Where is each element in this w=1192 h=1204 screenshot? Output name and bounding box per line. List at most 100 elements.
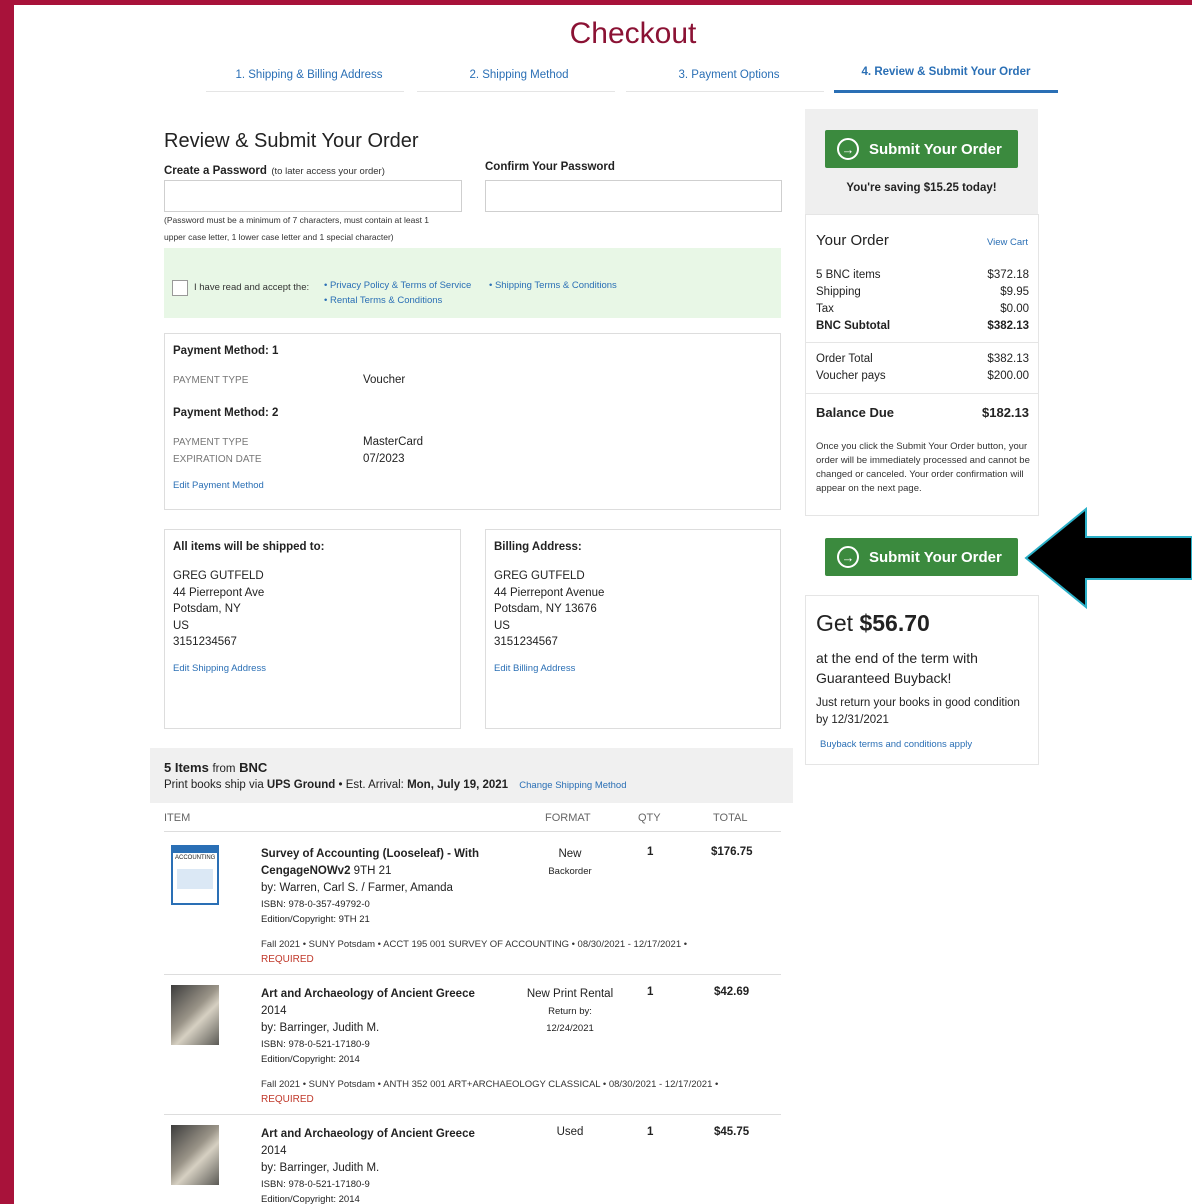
- password-input[interactable]: [164, 180, 462, 212]
- address-line: 3151234567: [173, 636, 237, 648]
- accept-terms-checkbox[interactable]: [172, 280, 188, 296]
- totals-lines: Order Total $382.13 Voucher pays $200.00: [816, 351, 1029, 385]
- password-rules: (Password must be a minimum of 7 charact…: [164, 215, 430, 225]
- buyback-line-2: Guaranteed Buyback!: [816, 670, 952, 686]
- step-divider: [417, 91, 615, 92]
- expiration-label: EXPIRATION DATE: [173, 454, 262, 465]
- payment-type-value: MasterCard: [363, 436, 424, 448]
- step-divider: [206, 91, 404, 92]
- item-copyright: Edition/Copyright: 9TH 21: [261, 914, 370, 925]
- buyback-terms-link[interactable]: Buyback terms and conditions apply: [820, 739, 972, 750]
- savings-text: You're saving $15.25 today!: [846, 182, 997, 194]
- order-lines: 5 BNC items $372.18 Shipping $9.95 Tax $0.0…: [816, 267, 1029, 335]
- format-value: New: [558, 848, 582, 860]
- item-year: 2014: [261, 1005, 287, 1017]
- item-format: New Print Rental Return by: 12/24/2021: [520, 986, 620, 1037]
- submit-top-panel: → Submit Your Order You're saving $15.25…: [805, 109, 1038, 214]
- password-hint: (to later access your order): [271, 166, 385, 177]
- course-info: Fall 2021 • SUNY Potsdam • ANTH 352 001 …: [261, 1079, 719, 1090]
- address-line: 3151234567: [494, 636, 558, 648]
- item-2-details: Art and Archaeology of Ancient Greece 20…: [261, 986, 511, 1067]
- payment-type-value: Voucher: [363, 374, 406, 386]
- required-badge: REQUIRED: [261, 1094, 314, 1105]
- submit-label: Submit Your Order: [869, 140, 1002, 158]
- page-title: Checkout: [569, 17, 697, 50]
- cover-title: ACCOUNTING: [175, 855, 216, 861]
- billing-address-lines: GREG GUTFELD 44 Pierrepont Avenue Potsda…: [494, 568, 604, 651]
- submit-label: Submit Your Order: [869, 548, 1002, 566]
- payment-method-1-title: Payment Method: 1: [173, 345, 279, 357]
- item-qty: 1: [647, 986, 654, 998]
- submit-order-button[interactable]: → Submit Your Order: [825, 538, 1018, 576]
- step-2-link[interactable]: 2. Shipping Method: [419, 69, 619, 81]
- address-line: GREG GUTFELD: [173, 570, 264, 582]
- buyback-text: at the end of the term with Guaranteed B…: [816, 648, 978, 688]
- book-cover-image[interactable]: ACCOUNTING: [171, 845, 219, 905]
- item-format: New Backorder: [525, 846, 615, 880]
- item-author: by: Warren, Carl S. / Farmer, Amanda: [261, 882, 453, 894]
- divider: [164, 1114, 781, 1115]
- item-copyright: Edition/Copyright: 2014: [261, 1054, 360, 1065]
- balance-row: Balance Due $182.13: [816, 404, 1029, 421]
- confirm-password-label: Confirm Your Password: [485, 161, 615, 173]
- shipping-address-panel: All items will be shipped to: GREG GUTFE…: [164, 529, 461, 729]
- password-rules-2: upper case letter, 1 lower case letter a…: [164, 232, 394, 242]
- items-from: from: [212, 763, 236, 775]
- edit-payment-link[interactable]: Edit Payment Method: [173, 480, 264, 491]
- item-qty: 1: [647, 846, 654, 858]
- item-title[interactable]: Art and Archaeology of Ancient Greece: [261, 1128, 475, 1140]
- item-author: by: Barringer, Judith M.: [261, 1022, 380, 1034]
- submit-order-button-top[interactable]: → Submit Your Order: [825, 130, 1018, 168]
- voucher-value: $200.00: [987, 370, 1029, 382]
- address-line: US: [494, 619, 510, 632]
- item-title[interactable]: Art and Archaeology of Ancient Greece: [261, 988, 475, 1000]
- items-vendor: BNC: [239, 760, 268, 775]
- col-total: TOTAL: [713, 812, 748, 824]
- item-3-details: Art and Archaeology of Ancient Greece 20…: [261, 1126, 511, 1204]
- item-total: $45.75: [714, 1126, 750, 1138]
- col-item: ITEM: [164, 812, 191, 824]
- line-value: $9.95: [1000, 286, 1029, 298]
- shipping-terms-link[interactable]: • Shipping Terms & Conditions: [489, 280, 617, 291]
- step-3-link[interactable]: 3. Payment Options: [629, 69, 829, 81]
- item-title[interactable]: Survey of Accounting (Looseleaf) - With: [261, 848, 479, 860]
- buyback-amount: $56.70: [859, 610, 930, 636]
- item-qty: 1: [647, 1126, 654, 1138]
- edit-shipping-link[interactable]: Edit Shipping Address: [173, 663, 266, 674]
- confirm-password-input[interactable]: [485, 180, 782, 212]
- billing-address-panel: Billing Address: GREG GUTFELD 44 Pierrep…: [485, 529, 781, 729]
- step-4-active[interactable]: 4. Review & Submit Your Order: [834, 66, 1058, 78]
- item-title-2[interactable]: CengageNOWv2: [261, 865, 350, 877]
- item-1-details: Survey of Accounting (Looseleaf) - With …: [261, 846, 511, 927]
- rental-terms-link[interactable]: • Rental Terms & Conditions: [324, 295, 442, 306]
- buyback-return: Just return your books in good condition…: [816, 695, 1020, 729]
- change-shipping-link[interactable]: Change Shipping Method: [519, 780, 626, 791]
- order-total-value: $382.13: [987, 353, 1029, 365]
- item-total: $176.75: [711, 846, 753, 858]
- format-sub-2: 12/24/2021: [546, 1023, 594, 1034]
- privacy-policy-link[interactable]: • Privacy Policy & Terms of Service: [324, 280, 471, 291]
- divider: [806, 342, 1038, 343]
- submit-notice: Once you click the Submit Your Order but…: [816, 441, 1030, 494]
- book-cover-image[interactable]: [171, 1125, 219, 1185]
- book-cover-image[interactable]: [171, 985, 219, 1045]
- edit-billing-link[interactable]: Edit Billing Address: [494, 663, 575, 674]
- course-info: Fall 2021 • SUNY Potsdam • ACCT 195 001 …: [261, 939, 688, 950]
- page: Checkout 1. Shipping & Billing Address 2…: [14, 5, 1192, 1204]
- balance-value: $182.13: [982, 405, 1029, 420]
- voucher-label: Voucher pays: [816, 370, 886, 382]
- item-isbn: ISBN: 978-0-521-17180-9: [261, 1039, 370, 1050]
- line-label: Tax: [816, 303, 834, 315]
- order-summary-panel: Your Order View Cart 5 BNC items $372.18 …: [805, 214, 1039, 516]
- active-step-indicator: [834, 90, 1058, 93]
- item-edition: 9TH 21: [353, 865, 392, 877]
- line-value: $0.00: [1000, 303, 1029, 315]
- item-total: $42.69: [714, 986, 750, 998]
- payment-type-label: PAYMENT TYPE: [173, 375, 249, 386]
- step-1-link[interactable]: 1. Shipping & Billing Address: [209, 69, 409, 81]
- col-format: FORMAT: [545, 812, 591, 824]
- col-qty: QTY: [638, 812, 661, 824]
- view-cart-link[interactable]: View Cart: [987, 237, 1028, 248]
- line-value: $382.13: [987, 320, 1029, 332]
- your-order-heading: Your Order: [816, 232, 889, 249]
